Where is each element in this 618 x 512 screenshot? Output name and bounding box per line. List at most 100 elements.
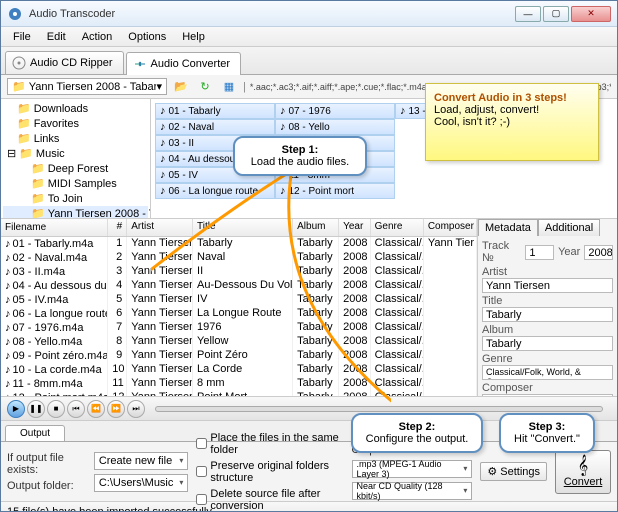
col-filename[interactable]: Filename <box>1 219 108 236</box>
close-button[interactable]: ✕ <box>571 6 611 22</box>
col-title[interactable]: Title <box>193 219 293 236</box>
file-item[interactable]: ♪06 - La longue route <box>155 183 275 199</box>
table-row[interactable]: ♪10 - La corde.m4a10Yann TiersenLa Corde… <box>1 363 477 377</box>
col-album[interactable]: Album <box>293 219 339 236</box>
folder-icon: 📁 <box>31 177 45 190</box>
col-num[interactable]: # <box>108 219 127 236</box>
file-item[interactable]: ♪12 - Point mort <box>275 183 395 199</box>
year-label: Year <box>558 246 580 258</box>
expand-icon[interactable]: ⊟ <box>7 147 16 160</box>
table-row[interactable]: ♪07 - 1976.m4a7Yann Tiersen1976Tabarly20… <box>1 321 477 335</box>
audio-icon: ♪ <box>280 185 286 197</box>
chk-label: Preserve original folders structure <box>210 460 343 484</box>
table-row[interactable]: ♪09 - Point zéro.m4a9Yann TiersenPoint Z… <box>1 349 477 363</box>
folder-tree[interactable]: 📁Downloads 📁Favorites 📁Links ⊟📁Music 📁De… <box>1 99 151 218</box>
treble-clef-icon: 𝄞 <box>578 455 589 476</box>
menu-edit[interactable]: Edit <box>39 29 74 45</box>
album-field[interactable]: Tabarly <box>482 336 613 351</box>
col-composer[interactable]: Composer <box>424 219 477 236</box>
table-row[interactable]: ♪05 - IV.m4a5Yann TiersenIVTabarly2008Cl… <box>1 293 477 307</box>
quality-combo[interactable]: Near CD Quality (128 kbit/s) <box>352 482 473 500</box>
audio-icon: ♪ <box>5 238 11 250</box>
folder-label: Output folder: <box>7 480 86 492</box>
menu-action[interactable]: Action <box>74 29 121 45</box>
tab-metadata[interactable]: Metadata <box>478 219 538 236</box>
audio-icon: ♪ <box>160 105 166 117</box>
composer-field[interactable]: Yann Tiersen <box>482 394 613 397</box>
prev-button[interactable]: ⏮ <box>67 400 85 418</box>
table-row[interactable]: ♪12 - Point mort.m4a12Yann TiersenPoint … <box>1 391 477 396</box>
minimize-button[interactable]: — <box>515 6 541 22</box>
title-field[interactable]: Tabarly <box>482 307 613 322</box>
audio-icon: ♪ <box>5 350 11 362</box>
audio-icon: ♪ <box>5 252 11 264</box>
folder-combo-text: Yann Tiersen 2008 - Tabarly <box>29 81 157 93</box>
table-row[interactable]: ♪03 - II.m4a3Yann TiersenIITabarly2008Cl… <box>1 265 477 279</box>
col-year[interactable]: Year <box>339 219 371 236</box>
track-label: Track № <box>482 240 521 264</box>
tab-audio-converter[interactable]: Audio Converter <box>126 52 242 75</box>
album-label: Album <box>482 324 513 336</box>
menu-help[interactable]: Help <box>174 29 213 45</box>
refresh-button[interactable]: ↻ <box>195 77 215 97</box>
menu-file[interactable]: File <box>5 29 39 45</box>
artist-field[interactable]: Yann Tiersen <box>482 278 613 293</box>
tree-item: 📁Links <box>3 131 148 146</box>
year-field[interactable]: 2008 <box>584 245 613 260</box>
folder-icon: 📁 <box>31 192 45 205</box>
table-row[interactable]: ♪06 - La longue route.m4a6Yann TiersenLa… <box>1 307 477 321</box>
folder-combo[interactable]: 📁 Yann Tiersen 2008 - Tabarly ▾ <box>7 78 167 95</box>
table-row[interactable]: ♪01 - Tabarly.m4a1Yann TiersenTabarlyTab… <box>1 237 477 251</box>
col-artist[interactable]: Artist <box>127 219 193 236</box>
tree-item: 📁Favorites <box>3 116 148 131</box>
pause-button[interactable]: ❚❚ <box>27 400 45 418</box>
callout-title: Step 1: <box>282 144 319 156</box>
seek-bar[interactable] <box>155 406 603 412</box>
chk-delete[interactable] <box>196 494 207 505</box>
table-row[interactable]: ♪04 - Au dessous du v...4Yann TiersenAu-… <box>1 279 477 293</box>
table-row[interactable]: ♪11 - 8mm.m4a11Yann Tiersen8 mmTabarly20… <box>1 377 477 391</box>
table-row[interactable]: ♪08 - Yello.m4a8Yann TiersenYellowTabarl… <box>1 335 477 349</box>
output-folder-combo[interactable]: C:\Users\Music <box>94 474 189 492</box>
menu-options[interactable]: Options <box>120 29 174 45</box>
next-button[interactable]: ⏭ <box>127 400 145 418</box>
stop-button[interactable]: ■ <box>47 400 65 418</box>
file-item[interactable]: ♪01 - Tabarly <box>155 103 275 119</box>
maximize-button[interactable]: ▢ <box>543 6 569 22</box>
sticky-line: Load, adjust, convert! <box>434 104 539 116</box>
view-button[interactable]: ▦ <box>219 77 239 97</box>
rewind-button[interactable]: ⏪ <box>87 400 105 418</box>
up-folder-button[interactable]: 📂 <box>171 77 191 97</box>
convert-label: Convert <box>564 476 603 488</box>
col-genre[interactable]: Genre <box>371 219 424 236</box>
chk-same-folder[interactable] <box>196 438 207 449</box>
chk-preserve[interactable] <box>196 466 207 477</box>
track-grid: Filename # Artist Title Album Year Genre… <box>1 219 617 397</box>
grid-header: Filename # Artist Title Album Year Genre… <box>1 219 477 237</box>
convert-button[interactable]: 𝄞 Convert <box>555 450 611 494</box>
track-field[interactable]: 1 <box>525 245 554 260</box>
tab-additional[interactable]: Additional <box>538 219 600 236</box>
file-item[interactable]: ♪08 - Yello <box>275 119 395 135</box>
callout-text: Hit "Convert." <box>514 433 580 445</box>
artist-label: Artist <box>482 266 507 278</box>
tab-output[interactable]: Output <box>5 425 65 441</box>
audio-icon: ♪ <box>280 105 286 117</box>
play-button[interactable]: ▶ <box>7 400 25 418</box>
format-combo[interactable]: .mp3 (MPEG-1 Audio Layer 3) <box>352 460 473 478</box>
file-item[interactable]: ♪02 - Naval <box>155 119 275 135</box>
genre-combo[interactable]: Classical/Folk, World, & Countr <box>482 365 613 380</box>
metadata-panel: Metadata Additional Track № 1 Year 2008 … <box>477 219 617 396</box>
tab-cd-ripper[interactable]: Audio CD Ripper <box>5 51 124 74</box>
gear-icon: ⚙ <box>487 465 497 478</box>
audio-icon: ♪ <box>5 308 11 320</box>
table-row[interactable]: ♪02 - Naval.m4a2Yann TiersenNavalTabarly… <box>1 251 477 265</box>
exists-combo[interactable]: Create new file <box>94 452 189 470</box>
file-item[interactable]: ♪07 - 1976 <box>275 103 395 119</box>
app-window: Audio Transcoder — ▢ ✕ File Edit Action … <box>0 0 618 512</box>
callout-text: Configure the output. <box>366 433 469 445</box>
mode-tabs: Audio CD Ripper Audio Converter <box>1 47 617 75</box>
titlebar[interactable]: Audio Transcoder — ▢ ✕ <box>1 1 617 27</box>
settings-button[interactable]: ⚙ Settings <box>480 462 547 481</box>
forward-button[interactable]: ⏩ <box>107 400 125 418</box>
